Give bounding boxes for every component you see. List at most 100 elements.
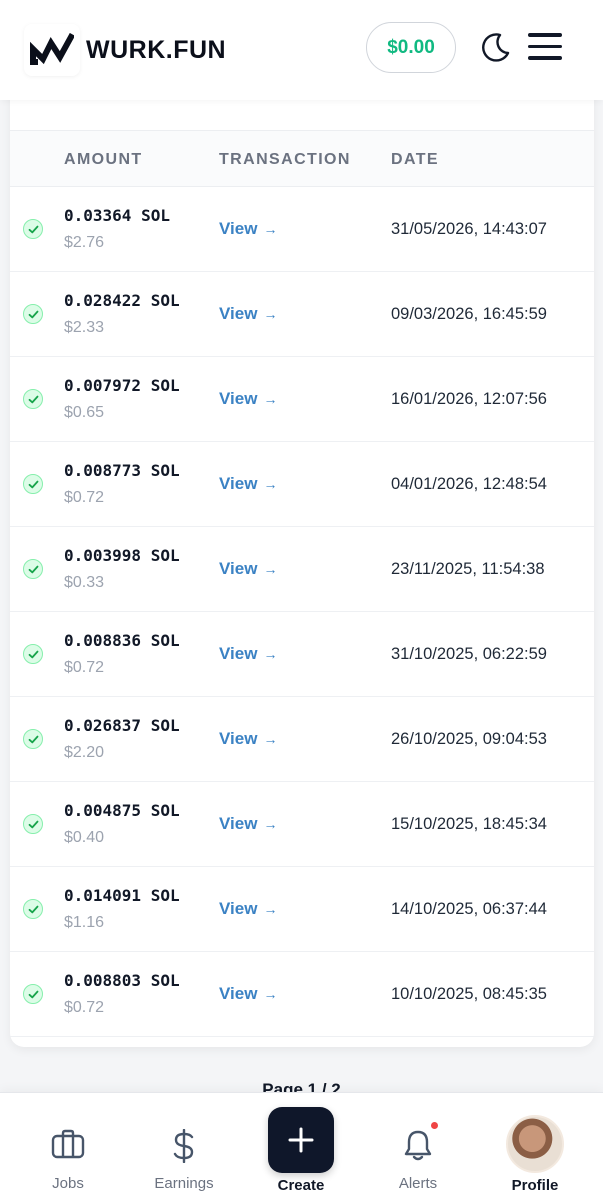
check-circle-icon — [23, 899, 43, 919]
arrow-right-icon: → — [263, 561, 278, 577]
amount-usd: $1.16 — [64, 914, 105, 931]
transaction-date: 26/10/2025, 09:04:53 — [391, 730, 547, 748]
amount-usd: $2.20 — [64, 744, 105, 761]
amount-sol: 0.008773 SOL — [64, 461, 180, 480]
table-row: 0.008803 SOL $0.72 View → 10/10/2025, 08:45:… — [10, 952, 594, 1037]
check-circle-icon — [23, 474, 43, 494]
arrow-right-icon: → — [263, 816, 278, 832]
amount-usd: $0.72 — [64, 659, 105, 676]
dollar-icon — [173, 1129, 194, 1163]
nav-jobs[interactable]: Jobs — [8, 1093, 128, 1200]
check-circle-icon — [23, 219, 43, 239]
view-link-label: View — [219, 219, 258, 238]
view-transaction-link[interactable]: View → — [219, 899, 277, 919]
amount-sol: 0.008803 SOL — [64, 971, 180, 990]
table-row: 0.008773 SOL $0.72 View → 04/01/2026, 12:48:… — [10, 442, 594, 527]
view-link-label: View — [219, 304, 258, 323]
table-row: 0.03364 SOL $2.76 View → 31/05/2026, 14:43:0… — [10, 187, 594, 272]
balance-button[interactable]: $0.00 — [366, 22, 456, 73]
amount-sol: 0.014091 SOL — [64, 886, 180, 905]
nav-profile[interactable]: Profile — [475, 1093, 595, 1200]
view-transaction-link[interactable]: View → — [219, 729, 277, 749]
arrow-right-icon: → — [263, 731, 278, 747]
view-transaction-link[interactable]: View → — [219, 984, 277, 1004]
column-header-amount: AMOUNT — [64, 151, 143, 168]
table-row: 0.028422 SOL $2.33 View → 09/03/2026, 16:45:… — [10, 272, 594, 357]
amount-sol: 0.008836 SOL — [64, 631, 180, 650]
bell-icon — [404, 1130, 432, 1161]
transactions-list: 0.03364 SOL $2.76 View → 31/05/2026, 14:43:0… — [10, 187, 594, 1037]
view-transaction-link[interactable]: View → — [219, 644, 277, 664]
moon-icon[interactable] — [480, 31, 512, 63]
transaction-date: 31/10/2025, 06:22:59 — [391, 645, 547, 663]
nav-label-alerts: Alerts — [398, 1175, 438, 1192]
check-circle-icon — [23, 304, 43, 324]
view-transaction-link[interactable]: View → — [219, 389, 277, 409]
amount-sol: 0.026837 SOL — [64, 716, 180, 735]
transaction-date: 04/01/2026, 12:48:54 — [391, 475, 547, 493]
check-circle-icon — [23, 984, 43, 1004]
hamburger-menu-icon[interactable] — [528, 33, 562, 61]
amount-sol: 0.028422 SOL — [64, 291, 180, 310]
amount-usd: $2.76 — [64, 234, 105, 251]
table-row: 0.014091 SOL $1.16 View → 14/10/2025, 06:37:… — [10, 867, 594, 952]
bottom-navigation: Jobs Earnings Create Alerts Profile — [0, 1092, 603, 1200]
nav-earnings[interactable]: Earnings — [124, 1093, 244, 1200]
check-circle-icon — [23, 389, 43, 409]
logo-icon[interactable] — [24, 24, 80, 76]
nav-label-profile: Profile — [511, 1177, 559, 1194]
transaction-date: 15/10/2025, 18:45:34 — [391, 815, 547, 833]
amount-usd: $0.40 — [64, 829, 105, 846]
nav-alerts[interactable]: Alerts — [358, 1093, 478, 1200]
table-row: 0.003998 SOL $0.33 View → 23/11/2025, 11:54:… — [10, 527, 594, 612]
column-header-date: DATE — [391, 151, 439, 168]
transaction-date: 31/05/2026, 14:43:07 — [391, 220, 547, 238]
check-circle-icon — [23, 729, 43, 749]
view-link-label: View — [219, 729, 258, 748]
nav-label-jobs: Jobs — [52, 1175, 84, 1192]
amount-usd: $2.33 — [64, 319, 105, 336]
table-row: 0.007972 SOL $0.65 View → 16/01/2026, 12:07:… — [10, 357, 594, 442]
view-transaction-link[interactable]: View → — [219, 814, 277, 834]
amount-sol: 0.003998 SOL — [64, 546, 180, 565]
amount-usd: $0.33 — [64, 574, 105, 591]
check-circle-icon — [23, 644, 43, 664]
view-transaction-link[interactable]: View → — [219, 304, 277, 324]
check-circle-icon — [23, 814, 43, 834]
brand-name[interactable]: WURK.FUN — [86, 36, 226, 65]
view-link-label: View — [219, 899, 258, 918]
arrow-right-icon: → — [263, 306, 278, 322]
view-link-label: View — [219, 474, 258, 493]
view-link-label: View — [219, 814, 258, 833]
view-link-label: View — [219, 984, 258, 1003]
amount-usd: $0.65 — [64, 404, 105, 421]
app-header: WURK.FUN $0.00 — [0, 0, 603, 100]
transaction-date: 10/10/2025, 08:45:35 — [391, 985, 547, 1003]
amount-sol: 0.007972 SOL — [64, 376, 180, 395]
table-row: 0.026837 SOL $2.20 View → 26/10/2025, 09:04:… — [10, 697, 594, 782]
amount-sol: 0.03364 SOL — [64, 206, 170, 225]
column-header-transaction: TRANSACTION — [219, 151, 351, 168]
view-link-label: View — [219, 389, 258, 408]
view-link-label: View — [219, 559, 258, 578]
transaction-date: 16/01/2026, 12:07:56 — [391, 390, 547, 408]
nav-label-earnings: Earnings — [154, 1175, 214, 1192]
arrow-right-icon: → — [263, 901, 278, 917]
arrow-right-icon: → — [263, 391, 278, 407]
transaction-date: 09/03/2026, 16:45:59 — [391, 305, 547, 323]
view-link-label: View — [219, 644, 258, 663]
transaction-date: 23/11/2025, 11:54:38 — [391, 560, 545, 578]
nav-label-create: Create — [277, 1177, 325, 1194]
check-circle-icon — [23, 559, 43, 579]
create-button[interactable] — [268, 1107, 334, 1173]
amount-usd: $0.72 — [64, 489, 105, 506]
nav-create[interactable]: Create — [241, 1093, 361, 1200]
view-transaction-link[interactable]: View → — [219, 219, 277, 239]
transaction-date: 14/10/2025, 06:37:44 — [391, 900, 547, 918]
view-transaction-link[interactable]: View → — [219, 559, 277, 579]
arrow-right-icon: → — [263, 986, 278, 1002]
amount-sol: 0.004875 SOL — [64, 801, 180, 820]
amount-usd: $0.72 — [64, 999, 105, 1016]
arrow-right-icon: → — [263, 476, 278, 492]
view-transaction-link[interactable]: View → — [219, 474, 277, 494]
